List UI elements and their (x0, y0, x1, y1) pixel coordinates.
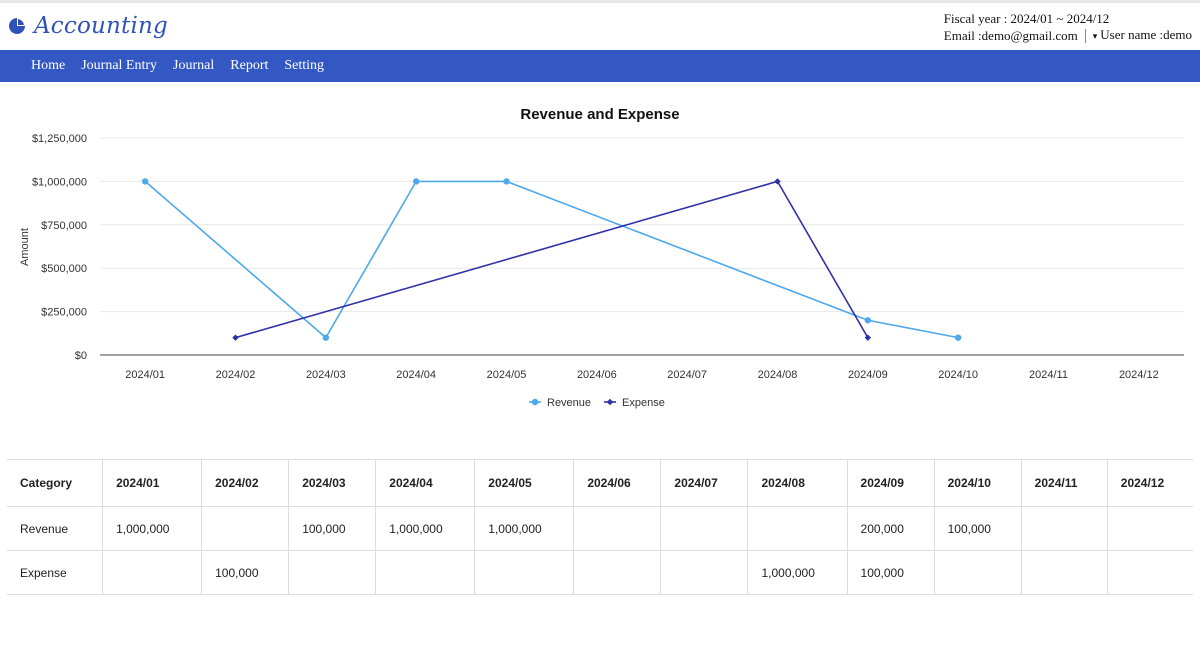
y-tick-label: $500,000 (41, 263, 87, 275)
expense-data-point (232, 334, 239, 341)
column-header-month: 2024/01 (102, 459, 203, 507)
column-header-category: Category (7, 459, 104, 507)
expense-data-point (774, 178, 781, 185)
column-header-month: 2024/03 (288, 459, 377, 507)
revenue-data-point (864, 317, 872, 324)
x-tick-label: 2024/09 (848, 369, 888, 381)
column-header-month: 2024/10 (933, 459, 1022, 507)
amount-cell (660, 550, 749, 595)
amount-cell (1106, 506, 1193, 551)
revenue-data-point (322, 334, 330, 341)
amount-cell: 1,000,000 (747, 550, 848, 595)
amount-cell (102, 550, 203, 595)
chart-title: Revenue and Expense (520, 106, 679, 123)
amount-cell (1106, 550, 1193, 595)
expense-legend-marker (606, 398, 614, 406)
amount-cell (573, 506, 662, 551)
amount-cell (747, 506, 848, 551)
table-row: Revenue 1,000,000 100,000 1,000,000 1,000,00… (7, 506, 1193, 551)
revenue-data-point (954, 334, 962, 341)
y-tick-label: $1,250,000 (32, 133, 87, 145)
revenue-data-point (141, 178, 149, 185)
column-header-month: 2024/07 (660, 459, 749, 507)
y-tick-label: $1,000,000 (32, 176, 87, 188)
nav-journal[interactable]: Journal (173, 58, 214, 74)
column-header-month: 2024/04 (375, 459, 476, 507)
amount-cell (660, 506, 749, 551)
amount-cell (288, 550, 377, 595)
revenue-legend-marker (531, 398, 539, 406)
x-tick-label: 2024/03 (306, 369, 346, 381)
column-header-month: 2024/05 (474, 459, 575, 507)
user-menu[interactable]: ▾ User name :demo (1093, 27, 1192, 44)
row-category-cell: Revenue (7, 506, 104, 551)
expense-series-line (235, 180, 869, 339)
amount-cell: 100,000 (933, 506, 1022, 551)
chart-svg: Revenue and Expense $0 $250,000 $500,000 $7… (19, 106, 1184, 409)
user-name: User name :demo (1100, 27, 1192, 42)
amount-cell: 200,000 (846, 506, 935, 551)
data-table: Category 2024/01 2024/02 2024/03 2024/04 2024… (7, 459, 1193, 595)
expense-legend-label: Expense (622, 397, 665, 409)
x-tick-label: 2024/07 (667, 369, 707, 381)
revenue-expense-chart: Revenue and Expense $0 $250,000 $500,000 $7… (0, 95, 1200, 425)
nav-journal-entry[interactable]: Journal Entry (81, 58, 157, 74)
table-row: Expense 100,000 1,000,000 100,000 (7, 550, 1193, 595)
revenue-data-point (412, 178, 420, 185)
x-tick-label: 2024/11 (1029, 369, 1068, 381)
y-tick-label: $250,000 (41, 307, 87, 319)
x-tick-label: 2024/10 (938, 369, 978, 381)
row-category-cell: Expense (7, 550, 104, 595)
x-tick-label: 2024/05 (487, 369, 527, 381)
amount-cell: 1,000,000 (102, 506, 203, 551)
amount-cell (1020, 506, 1108, 551)
y-tick-label: $750,000 (41, 220, 87, 232)
amount-cell (201, 506, 290, 551)
pie-chart-icon (9, 17, 26, 34)
nav-setting[interactable]: Setting (284, 58, 324, 74)
user-info: Fiscal year : 2024/01 ~ 2024/12 Email :d… (944, 11, 1192, 44)
column-header-month: 2024/08 (747, 459, 848, 507)
revenue-series-line (144, 180, 959, 339)
expense-data-point (864, 334, 872, 341)
x-tick-label: 2024/01 (125, 369, 165, 381)
y-tick-label: $0 (75, 350, 87, 362)
amount-cell: 100,000 (846, 550, 935, 595)
nav-report[interactable]: Report (230, 58, 268, 74)
amount-cell: 1,000,000 (375, 506, 476, 551)
revenue-data-point (503, 178, 510, 185)
y-axis-label: Amount (19, 228, 31, 266)
caret-down-icon: ▾ (1092, 31, 1098, 41)
x-tick-label: 2024/02 (216, 369, 256, 381)
main-nav: Home Journal Entry Journal Report Settin… (0, 50, 1200, 82)
column-header-month: 2024/12 (1106, 459, 1193, 507)
x-tick-label: 2024/08 (758, 369, 798, 381)
amount-cell: 1,000,000 (474, 506, 575, 551)
x-tick-label: 2024/12 (1119, 369, 1159, 381)
app-title: Accounting (34, 13, 168, 39)
revenue-legend-label: Revenue (547, 397, 591, 409)
amount-cell (1020, 550, 1108, 595)
app-header: Accounting Fiscal year : 2024/01 ~ 2024/… (0, 3, 1200, 50)
column-header-month: 2024/11 (1020, 459, 1108, 507)
amount-cell: 100,000 (288, 506, 377, 551)
amount-cell: 100,000 (201, 550, 290, 595)
column-header-month: 2024/06 (573, 459, 662, 507)
x-tick-label: 2024/04 (396, 369, 436, 381)
user-email: Email :demo@gmail.com (943, 27, 1078, 43)
app-logo[interactable]: Accounting (8, 13, 168, 39)
amount-cell (933, 550, 1022, 595)
column-header-month: 2024/09 (846, 459, 935, 507)
x-tick-label: 2024/06 (577, 369, 617, 381)
amount-cell (474, 550, 575, 595)
divider (1084, 28, 1086, 43)
column-header-month: 2024/02 (201, 459, 290, 507)
amount-cell (375, 550, 476, 595)
fiscal-year: Fiscal year : 2024/01 ~ 2024/12 (943, 11, 1110, 26)
table-header-row: Category 2024/01 2024/02 2024/03 2024/04 2024… (7, 459, 1193, 507)
amount-cell (573, 550, 662, 595)
nav-home[interactable]: Home (31, 58, 65, 74)
